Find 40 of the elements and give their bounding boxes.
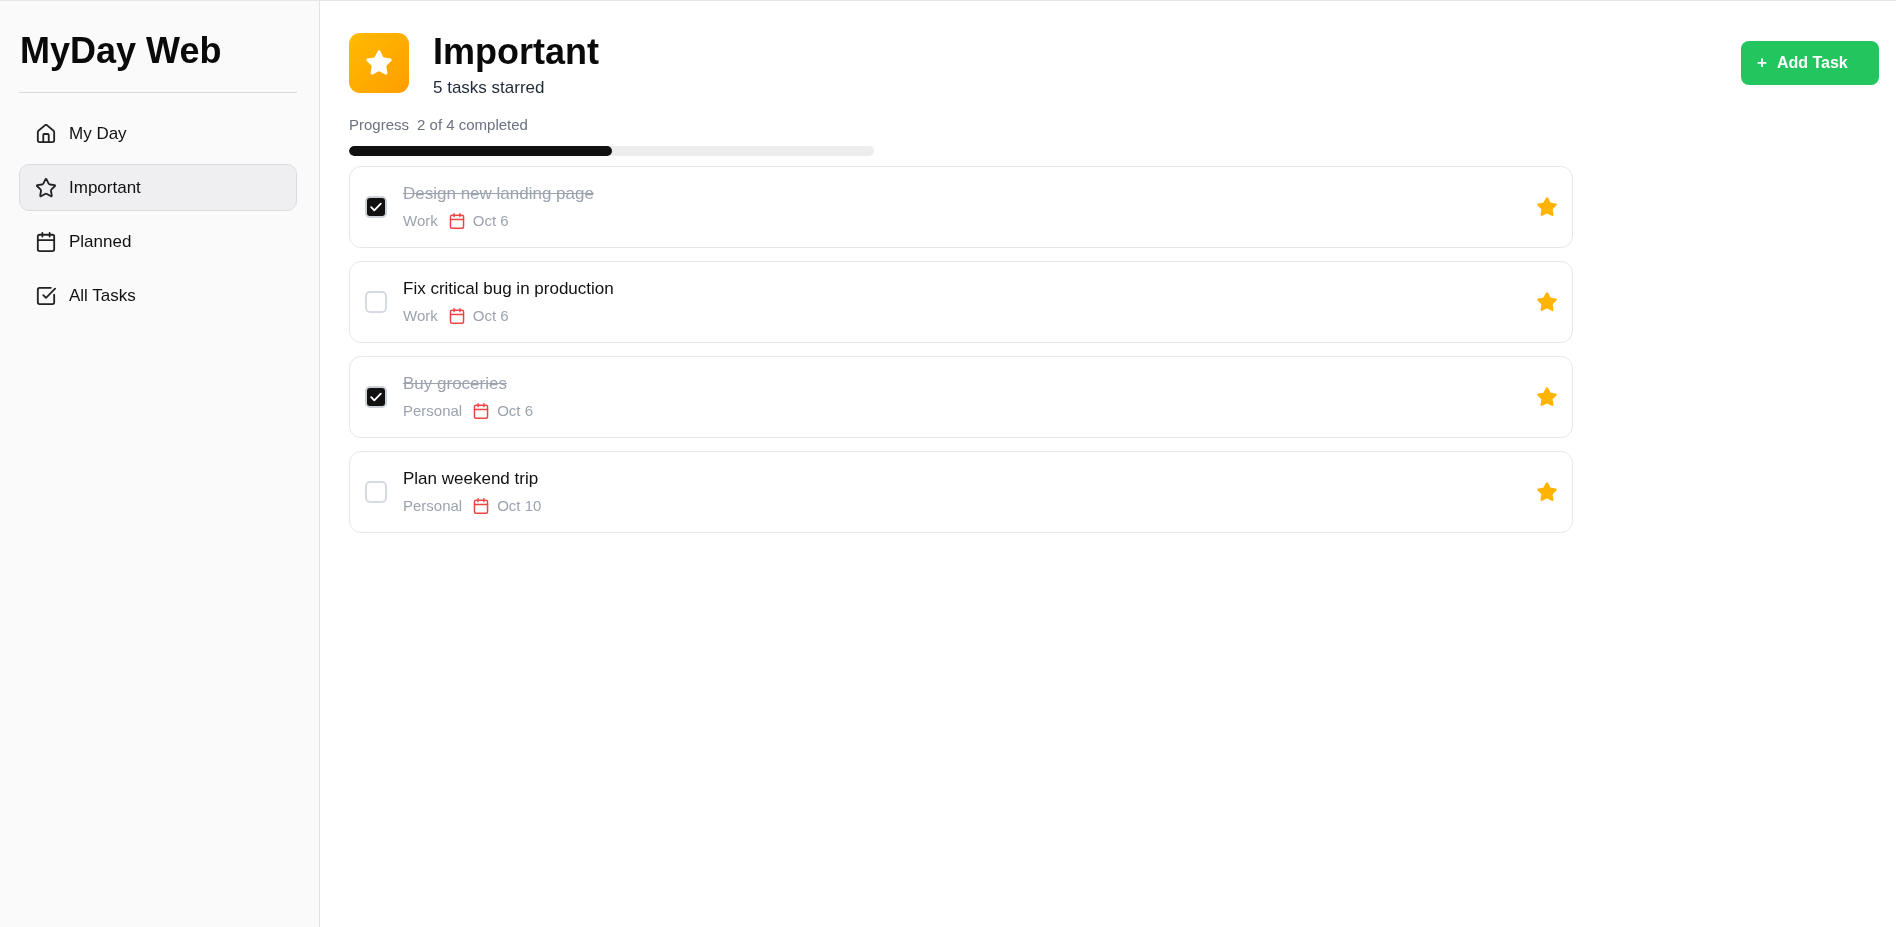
sidebar-item[interactable]: Planned (19, 218, 297, 265)
calendar-icon (473, 498, 490, 514)
app-title: MyDay Web (20, 29, 222, 72)
task-date: Oct 6 (472, 211, 509, 231)
star-icon[interactable] (1537, 292, 1557, 312)
task-checkbox[interactable] (365, 196, 387, 218)
task-checkbox[interactable] (365, 481, 387, 503)
task-date: Oct 6 (472, 306, 509, 326)
task-category: Work (403, 306, 438, 326)
star-icon[interactable] (1537, 197, 1557, 217)
task-checkbox[interactable] (365, 386, 387, 408)
calendar-icon (36, 231, 56, 252)
star-tile-icon (349, 33, 409, 93)
task-date: Oct 10 (497, 496, 542, 516)
task-title: Plan weekend trip (403, 468, 539, 490)
checked-square-icon (36, 285, 56, 306)
calendar-icon (448, 213, 465, 229)
star-icon (36, 177, 56, 198)
task-checkbox[interactable] (365, 291, 387, 313)
page-title: Important (433, 30, 599, 73)
page-subtitle: 5 tasks starred (433, 77, 545, 99)
progress-reading: 2 of 4 completed (417, 116, 528, 134)
sidebar-item[interactable]: Important (19, 164, 297, 211)
task-title: Buy groceries (403, 373, 507, 395)
task-date: Oct 6 (497, 401, 534, 421)
task-category: Personal (403, 496, 463, 516)
calendar-icon (473, 403, 490, 419)
sidebar-item[interactable]: All Tasks (19, 272, 297, 319)
check-icon (370, 392, 382, 402)
task-category: Personal (403, 401, 463, 421)
task-category: Work (403, 211, 438, 231)
sidebar-item[interactable]: My Day (19, 110, 297, 157)
star-icon[interactable] (1537, 482, 1557, 502)
check-icon (370, 202, 382, 212)
task-title: Design new landing page (403, 183, 594, 205)
star-icon[interactable] (1537, 387, 1557, 407)
task-title: Fix critical bug in production (403, 278, 614, 300)
home-icon (36, 123, 56, 144)
progress-label: Progress (349, 116, 410, 134)
calendar-icon (448, 308, 465, 324)
